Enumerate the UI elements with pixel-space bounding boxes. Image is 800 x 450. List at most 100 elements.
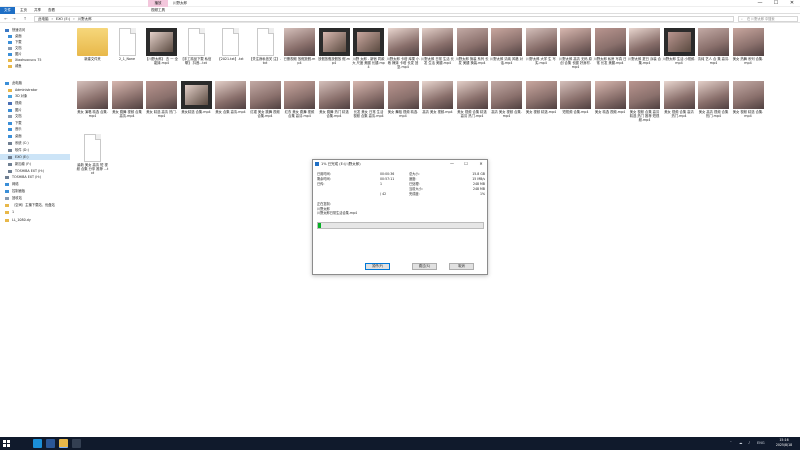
search-icon[interactable] (20, 439, 29, 448)
clock-date: 2025/8/18 (775, 443, 793, 447)
dialog-close-button[interactable]: ✕ (476, 160, 486, 168)
text-file-icon (118, 28, 136, 56)
sidebar-item[interactable]: 系统 (C:) (8, 140, 29, 146)
video-thumbnail (456, 81, 488, 109)
video-thumbnail (732, 28, 764, 56)
tray-item[interactable]: ♪ (748, 441, 750, 445)
stat-value: / 42 (380, 192, 387, 196)
tray-item[interactable]: ENG (757, 441, 765, 445)
word-icon[interactable] (46, 439, 55, 448)
dialog-minimize-button[interactable]: — (447, 160, 457, 168)
file-name: 川野太郎 夏日 泳装 合集.mp4 (628, 57, 661, 65)
video-thumbnail (525, 28, 557, 56)
file-name: 长发 美女 日常 生活 视频 合集 高清.mp4 (353, 110, 384, 118)
breadcrumb-item[interactable]: EXO (E:) (56, 17, 70, 21)
taskbar: ˄ ☁ ♪ ENG 15:16 2025/8/18 (0, 437, 800, 450)
file-name: 【关注我私信关 注】.txt (249, 57, 281, 65)
address-bar: ← → ↑ 此电脑 › EXO (E:) › 川野太郎 ⌕ 在 川野太郎 中搜索 (0, 14, 800, 23)
sidebar-item-label: 控制面板 (12, 189, 26, 193)
video-thumbnail (422, 28, 453, 56)
up-button[interactable]: ↑ (22, 15, 28, 22)
sidebar-item[interactable]: 音乐 (8, 126, 22, 132)
sidebar-item[interactable]: 新加卷 (F:) (8, 161, 31, 167)
file-name: 美女 跳舞 热门 精选 合集.mp4 (319, 110, 349, 118)
tab-home[interactable]: 主页 (17, 7, 30, 14)
breadcrumb[interactable]: 此电脑 › EXO (E:) › 川野太郎 (34, 15, 734, 22)
close-button[interactable]: ✕ (784, 0, 800, 7)
desktop-icon (8, 134, 12, 138)
sidebar-item[interactable]: 3D 对象 (8, 93, 27, 99)
tab-share[interactable]: 共享 (31, 7, 44, 14)
sidebar-item[interactable]: TOSHIBA EXT (H:) (5, 174, 41, 180)
file-explorer-icon[interactable] (59, 439, 68, 448)
tab-file[interactable]: 文件 (0, 7, 15, 14)
sidebar-item-label: 视频 (15, 101, 22, 105)
breadcrumb-item[interactable]: 此电脑 (38, 17, 49, 21)
app-icon[interactable] (72, 439, 81, 448)
sidebar-item[interactable]: 软件 (D:) (8, 147, 29, 153)
file-name: 美女 视频 合集 精选 高清 热门.mp4 (457, 110, 487, 118)
sidebar-item[interactable]: 咸鱼 (8, 63, 22, 69)
breadcrumb-item[interactable]: 川野太郎 (78, 17, 92, 21)
sidebar-item[interactable]: 桌面 (8, 133, 22, 139)
edge-icon[interactable] (33, 439, 42, 448)
tab-video-tools[interactable]: 视频工具 (148, 7, 168, 14)
forward-button[interactable]: → (11, 15, 17, 22)
tray-item[interactable]: ☁ (739, 441, 743, 445)
sidebar-item-label: TOSHIBA EXT (H:) (15, 169, 45, 173)
video-thumbnail (629, 81, 660, 109)
back-button[interactable]: ← (3, 15, 9, 22)
video-thumbnail (698, 28, 729, 56)
document-icon (8, 114, 12, 118)
maximize-button[interactable]: ☐ (768, 0, 784, 7)
dialog-maximize-button[interactable]: ☐ (461, 160, 471, 168)
minimize-button[interactable]: — (752, 0, 768, 7)
sidebar-item[interactable]: LL_1080.dy (5, 217, 31, 223)
sidebar-item[interactable]: （空间）主播下载站、优盘站 (5, 202, 55, 208)
tray-item[interactable]: ˄ (730, 441, 732, 445)
sidebar-item[interactable]: EXO (E:) (0, 154, 70, 160)
tab-view[interactable]: 查看 (45, 7, 58, 14)
file-name: 美女 视频 精选.mp4 (525, 110, 557, 114)
sidebar-item[interactable]: 1 (5, 209, 14, 215)
video-thumbnail (249, 81, 281, 109)
folder-icon (5, 203, 9, 207)
music-icon (8, 127, 12, 131)
file-name: 美女 视频 精选 合集.mp4 (732, 110, 764, 118)
video-frame (150, 32, 173, 52)
sidebar-item[interactable]: 回收站 (5, 195, 22, 201)
file-name: 【川野太郎】 去 一 全能妹.mp4 (145, 57, 178, 65)
video-thumbnail (353, 81, 384, 109)
video-thumbnail (215, 81, 246, 109)
search-input[interactable]: ⌕ 在 川野太郎 中搜索 (738, 15, 798, 22)
document-icon (8, 46, 12, 50)
file-name: 【手工精品下载 私信聊】 抖音...txt (180, 57, 212, 65)
sidebar-item[interactable]: 此电脑 (5, 80, 22, 86)
recycle-bin-icon (5, 196, 9, 200)
video-thumbnail (77, 81, 108, 109)
file-name: 红衣 美女 跳舞 视频 合集 高清.mp4 (284, 110, 315, 118)
file-name: 川野太郎 日常 生活 长发 生活 美腿.mp4 (421, 57, 454, 65)
sidebar-item-label: 音乐 (15, 127, 22, 131)
video-thumbnail (146, 28, 177, 56)
clock[interactable]: 15:16 2025/8/18 (770, 438, 798, 448)
sidebar-item[interactable]: 控制面板 (5, 188, 25, 194)
pause-button[interactable]: 暂停(P) (365, 263, 390, 270)
start-button[interactable] (3, 440, 10, 447)
skip-button[interactable]: 跳过(S) (412, 263, 437, 270)
video-tools-tab[interactable]: 播放 (148, 0, 168, 7)
sidebar-item-label: 回收站 (12, 196, 22, 200)
sidebar-item[interactable]: 文档 (8, 113, 22, 119)
sidebar-item-label: 3D 对象 (15, 94, 28, 98)
sidebar-item-label: 此电脑 (12, 81, 22, 85)
sidebar-item[interactable]: 网络 (5, 181, 19, 187)
copy-progress-dialog: 1% 已完成 (E:\川野太郎) — ☐ ✕ 已用时间: 00:00:36 剩余时间… (312, 159, 488, 275)
file-explorer-window: 播放 川野太郎 — ☐ ✕ 文件 主页 共享 查看 视频工具 ← → ↑ 此电脑… (0, 0, 800, 437)
file-name: 川野太郎 生活 小视频.mp4 (662, 57, 696, 65)
file-name: 美女 舞蹈 视频 精选.mp4 (387, 110, 419, 118)
computer-icon (5, 81, 9, 85)
sidebar-item[interactable]: 视频 (8, 100, 22, 106)
stat-label: 完成度: (409, 192, 420, 196)
cancel-button[interactable]: 取消 (449, 263, 474, 270)
video-thumbnail (491, 28, 522, 56)
